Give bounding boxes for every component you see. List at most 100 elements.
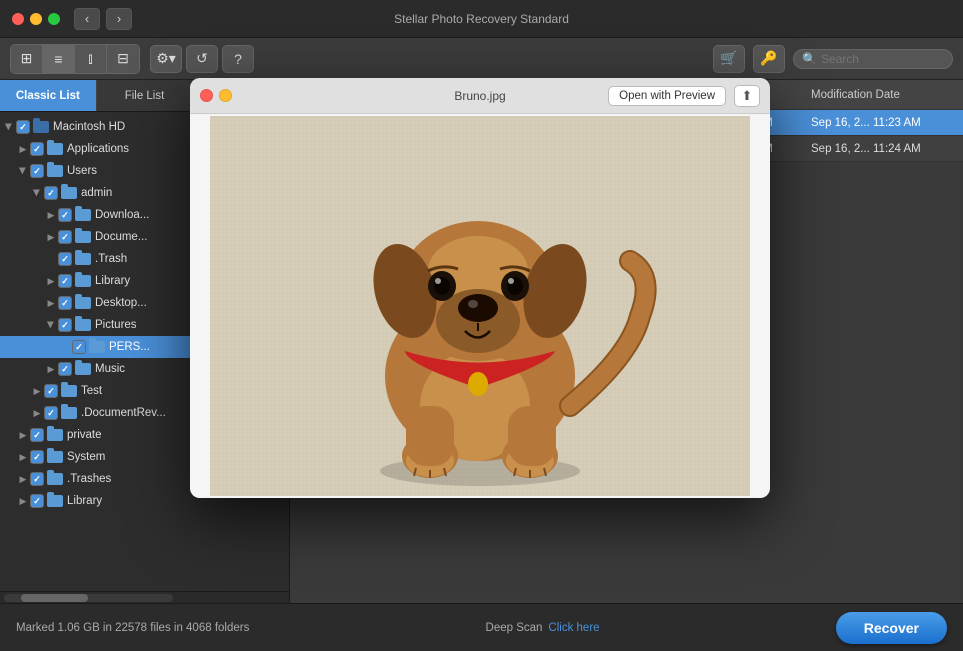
- tree-label: private: [67, 429, 102, 441]
- folder-icon: [47, 143, 63, 155]
- folder-icon: [47, 495, 63, 507]
- cell-modification: Sep 16, 2... 11:24 AM: [803, 143, 963, 155]
- sidebar-scrollbar-area: [0, 591, 289, 603]
- settings-button[interactable]: ⚙▾: [150, 45, 182, 73]
- modal-close-button[interactable]: [200, 89, 213, 102]
- tree-checkbox[interactable]: [44, 186, 58, 200]
- cell-modification: Sep 16, 2... 11:23 AM: [803, 117, 963, 129]
- tree-label: Library: [67, 495, 102, 507]
- traffic-lights: [12, 13, 60, 25]
- tree-label: admin: [81, 187, 112, 199]
- tree-checkbox[interactable]: [30, 472, 44, 486]
- tree-checkbox[interactable]: [30, 428, 44, 442]
- tree-label: Desktop...: [95, 297, 147, 309]
- tree-checkbox[interactable]: [58, 318, 72, 332]
- recover-icon-button[interactable]: ↺: [186, 45, 218, 73]
- tree-checkbox[interactable]: [30, 164, 44, 178]
- expand-arrow: ▶: [44, 362, 58, 376]
- cart-button[interactable]: 🛒: [713, 45, 745, 73]
- expand-arrow: ▶: [44, 296, 58, 310]
- expand-arrow: ▶: [16, 450, 30, 464]
- help-button[interactable]: ?: [222, 45, 254, 73]
- toolbar-view-controls: ⊞ ≡ ⫾ ⊟ ⚙▾ ↺ ?: [10, 44, 254, 74]
- folder-icon: [47, 429, 63, 441]
- deep-scan-area: Deep Scan Click here: [486, 622, 600, 634]
- expand-arrow: ▶: [44, 274, 58, 288]
- tree-label: .Trash: [95, 253, 127, 265]
- tree-checkbox[interactable]: [72, 340, 86, 354]
- tree-label: Applications: [67, 143, 129, 155]
- expand-arrow: ▶: [16, 472, 30, 486]
- tree-checkbox[interactable]: [58, 296, 72, 310]
- folder-icon: [75, 297, 91, 309]
- title-bar: ‹ › Stellar Photo Recovery Standard: [0, 0, 963, 38]
- share-icon: ⬆: [742, 88, 753, 104]
- status-bar: Marked 1.06 GB in 22578 files in 4068 fo…: [0, 603, 963, 651]
- folder-icon: [61, 385, 77, 397]
- toolbar: ⊞ ≡ ⫾ ⊟ ⚙▾ ↺ ? 🛒 🔑 🔍: [0, 38, 963, 80]
- key-button[interactable]: 🔑: [753, 45, 785, 73]
- tree-checkbox[interactable]: [16, 120, 30, 134]
- grid-view-button[interactable]: ⊞: [11, 45, 43, 73]
- tree-label: Music: [95, 363, 125, 375]
- preview-image: [210, 116, 750, 496]
- tree-checkbox[interactable]: [58, 252, 72, 266]
- tree-label: Macintosh HD: [53, 121, 125, 133]
- maximize-window-button[interactable]: [48, 13, 60, 25]
- open-with-preview-button[interactable]: Open with Preview: [608, 86, 726, 106]
- tree-label: Library: [95, 275, 130, 287]
- horizontal-scrollbar[interactable]: [4, 594, 173, 602]
- tree-label: Pictures: [95, 319, 137, 331]
- preview-image-area: [190, 114, 770, 498]
- folder-icon: [75, 209, 91, 221]
- tab-classic-list[interactable]: Classic List: [0, 80, 97, 111]
- back-button[interactable]: ‹: [74, 8, 100, 30]
- list-view-button[interactable]: ≡: [43, 45, 75, 73]
- close-window-button[interactable]: [12, 13, 24, 25]
- expand-arrow: ▶: [44, 318, 58, 332]
- forward-button[interactable]: ›: [106, 8, 132, 30]
- folder-icon: [47, 451, 63, 463]
- tree-checkbox[interactable]: [44, 384, 58, 398]
- column-view-button[interactable]: ⫾: [75, 45, 107, 73]
- folder-icon: [61, 407, 77, 419]
- tree-checkbox[interactable]: [58, 362, 72, 376]
- expand-arrow: ▶: [44, 230, 58, 244]
- modal-controls: [200, 89, 232, 102]
- tree-label: .DocumentRev...: [81, 407, 166, 419]
- modal-titlebar: Bruno.jpg Open with Preview ⬆: [190, 78, 770, 114]
- tree-checkbox[interactable]: [30, 494, 44, 508]
- expand-arrow: ▶: [30, 186, 44, 200]
- tree-label: System: [67, 451, 105, 463]
- search-box[interactable]: 🔍: [793, 49, 953, 69]
- folder-icon: [47, 473, 63, 485]
- click-here-link[interactable]: Click here: [548, 622, 599, 634]
- status-marked-text: Marked 1.06 GB in 22578 files in 4068 fo…: [16, 622, 249, 634]
- modal-minimize-button[interactable]: [219, 89, 232, 102]
- tab-file-list[interactable]: File List: [97, 80, 194, 111]
- tree-checkbox[interactable]: [30, 142, 44, 156]
- expand-arrow: ▶: [16, 494, 30, 508]
- tree-checkbox[interactable]: [30, 450, 44, 464]
- col-header-modification[interactable]: Modification Date: [803, 89, 963, 101]
- tree-checkbox[interactable]: [58, 230, 72, 244]
- deep-scan-label: Deep Scan: [486, 622, 543, 634]
- folder-icon: [75, 319, 91, 331]
- tree-checkbox[interactable]: [44, 406, 58, 420]
- expand-arrow: ▶: [44, 208, 58, 222]
- folder-icon: [75, 363, 91, 375]
- view-mode-group: ⊞ ≡ ⫾ ⊟: [10, 44, 140, 74]
- expand-arrow: ▶: [30, 406, 44, 420]
- tree-checkbox[interactable]: [58, 274, 72, 288]
- expand-arrow: ▶: [2, 120, 16, 134]
- minimize-window-button[interactable]: [30, 13, 42, 25]
- tree-label: PERS...: [109, 341, 150, 353]
- col-label-modification: Modification Date: [811, 89, 900, 101]
- search-input[interactable]: [821, 52, 941, 66]
- tree-checkbox[interactable]: [58, 208, 72, 222]
- share-button[interactable]: ⬆: [734, 85, 760, 107]
- recover-button[interactable]: Recover: [836, 612, 947, 644]
- cover-flow-button[interactable]: ⊟: [107, 45, 139, 73]
- preview-modal: Bruno.jpg Open with Preview ⬆: [190, 78, 770, 498]
- folder-icon: [89, 341, 105, 353]
